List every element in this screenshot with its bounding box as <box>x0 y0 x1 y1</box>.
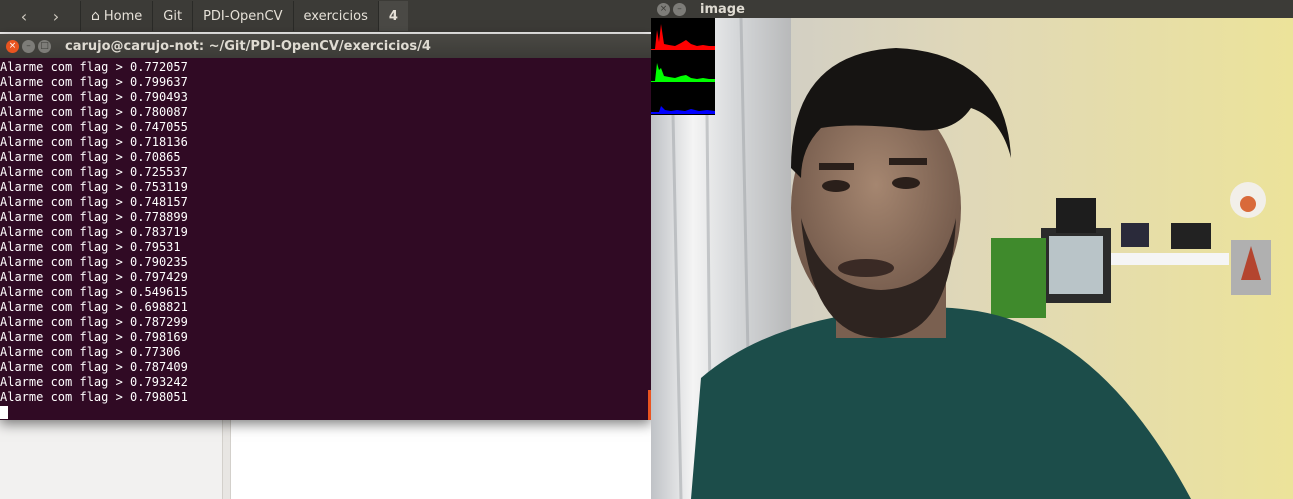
terminal-title: carujo@carujo-not: ~/Git/PDI-OpenCV/exer… <box>65 38 431 54</box>
breadcrumb-label: exercicios <box>303 8 368 24</box>
image-window-titlebar[interactable]: × – image <box>651 0 1293 18</box>
image-window-title: image <box>700 1 745 17</box>
breadcrumb-label: Git <box>163 8 183 24</box>
maximize-button[interactable]: □ <box>38 39 51 53</box>
terminal-line: Alarme com flag > 0.718136 <box>0 135 188 149</box>
home-icon: ⌂ <box>91 8 100 24</box>
back-button[interactable]: ‹ <box>8 1 40 31</box>
chevron-right-icon: › <box>52 6 60 26</box>
terminal-line: Alarme com flag > 0.748157 <box>0 195 188 209</box>
color-histogram <box>651 18 715 115</box>
forward-button[interactable]: › <box>40 1 72 31</box>
minimize-button[interactable]: – <box>673 2 686 16</box>
terminal-line: Alarme com flag > 0.798051 <box>0 390 188 404</box>
breadcrumb-4[interactable]: 4 <box>377 1 408 31</box>
pane-divider[interactable] <box>223 420 231 499</box>
file-manager-toolbar: ‹ › ⌂ Home Git PDI-OpenCV exercicios 4 <box>0 0 651 32</box>
breadcrumb-label: Home <box>103 8 143 24</box>
file-manager-content <box>231 420 651 499</box>
terminal-line: Alarme com flag > 0.790493 <box>0 90 188 104</box>
close-button[interactable]: × <box>6 39 19 53</box>
maximize-icon: □ <box>40 40 49 51</box>
terminal-window: × – □ carujo@carujo-not: ~/Git/PDI-OpenC… <box>0 34 651 420</box>
terminal-line: Alarme com flag > 0.772057 <box>0 60 188 74</box>
breadcrumb-pdi-opencv[interactable]: PDI-OpenCV <box>192 1 292 31</box>
terminal-line: Alarme com flag > 0.778899 <box>0 210 188 224</box>
terminal-line: Alarme com flag > 0.725537 <box>0 165 188 179</box>
terminal-line: Alarme com flag > 0.70865 <box>0 150 181 164</box>
terminal-line: Alarme com flag > 0.799637 <box>0 75 188 89</box>
camera-image <box>651 18 1293 499</box>
webcam-frame <box>651 18 1293 499</box>
terminal-line: Alarme com flag > 0.549615 <box>0 285 188 299</box>
file-manager-body <box>0 420 651 499</box>
minimize-icon: – <box>677 3 682 14</box>
terminal-line: Alarme com flag > 0.787299 <box>0 315 188 329</box>
breadcrumb-home[interactable]: ⌂ Home <box>80 1 152 31</box>
terminal-line: Alarme com flag > 0.780087 <box>0 105 188 119</box>
file-manager-sidebar <box>0 420 223 499</box>
close-icon: × <box>8 40 17 51</box>
terminal-line: Alarme com flag > 0.793242 <box>0 375 188 389</box>
terminal-line: Alarme com flag > 0.798169 <box>0 330 188 344</box>
terminal-cursor <box>0 406 8 419</box>
terminal-line: Alarme com flag > 0.787409 <box>0 360 188 374</box>
breadcrumb-exercicios[interactable]: exercicios <box>292 1 378 31</box>
breadcrumb: ⌂ Home Git PDI-OpenCV exercicios 4 <box>80 1 408 31</box>
breadcrumb-git[interactable]: Git <box>152 1 192 31</box>
terminal-line: Alarme com flag > 0.77306 <box>0 345 181 359</box>
terminal-line: Alarme com flag > 0.753119 <box>0 180 188 194</box>
breadcrumb-label: PDI-OpenCV <box>203 8 283 24</box>
breadcrumb-label: 4 <box>388 8 398 24</box>
terminal-line: Alarme com flag > 0.790235 <box>0 255 188 269</box>
terminal-line: Alarme com flag > 0.698821 <box>0 300 188 314</box>
terminal-line: Alarme com flag > 0.783719 <box>0 225 188 239</box>
terminal-line: Alarme com flag > 0.79531 <box>0 240 181 254</box>
terminal-output[interactable]: Alarme com flag > 0.772057 Alarme com fla… <box>0 58 651 420</box>
terminal-line: Alarme com flag > 0.747055 <box>0 120 188 134</box>
terminal-line: Alarme com flag > 0.797429 <box>0 270 188 284</box>
minimize-icon: – <box>26 40 31 51</box>
minimize-button[interactable]: – <box>22 39 35 53</box>
terminal-titlebar[interactable]: × – □ carujo@carujo-not: ~/Git/PDI-OpenC… <box>0 34 651 58</box>
close-button[interactable]: × <box>657 2 670 16</box>
close-icon: × <box>659 3 668 14</box>
chevron-left-icon: ‹ <box>20 6 28 26</box>
